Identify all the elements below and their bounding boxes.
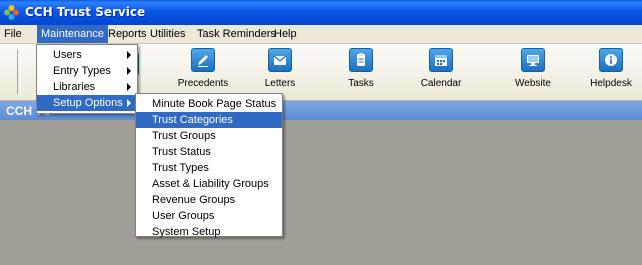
pen-icon bbox=[191, 48, 215, 72]
title-bar: CCH Trust Service bbox=[0, 0, 642, 25]
menu-item-user-groups[interactable]: User Groups bbox=[136, 208, 282, 224]
setup-options-submenu: Minute Book Page Status Trust Categories… bbox=[135, 93, 283, 238]
menu-item-setup-options[interactable]: Setup Options bbox=[37, 95, 137, 111]
menu-item-label: Libraries bbox=[53, 81, 96, 93]
menu-utilities[interactable]: Utilities bbox=[146, 25, 189, 43]
menu-help[interactable]: Help bbox=[270, 25, 301, 43]
letters-label: Letters bbox=[264, 78, 296, 89]
menu-item-trust-groups[interactable]: Trust Groups bbox=[136, 128, 282, 144]
menu-item-trust-categories[interactable]: Trust Categories bbox=[136, 112, 282, 128]
menu-item-trust-types[interactable]: Trust Types bbox=[136, 160, 282, 176]
website-label: Website bbox=[515, 78, 551, 89]
calendar-label: Calendar bbox=[420, 78, 462, 89]
submenu-arrow-icon bbox=[127, 67, 131, 75]
letters-button[interactable]: Letters bbox=[249, 48, 311, 98]
maintenance-menu: Users Entry Types Libraries Setup Option… bbox=[36, 44, 138, 114]
menu-item-trust-status[interactable]: Trust Status bbox=[136, 144, 282, 160]
submenu-arrow-icon bbox=[127, 83, 131, 91]
info-icon bbox=[599, 48, 623, 72]
submenu-arrow-icon bbox=[127, 51, 131, 59]
monitor-icon bbox=[521, 48, 545, 72]
cch-logo-icon bbox=[3, 4, 20, 21]
menu-item-label: Entry Types bbox=[53, 65, 111, 77]
helpdesk-label: Helpdesk bbox=[590, 78, 632, 89]
helpdesk-button[interactable]: Helpdesk bbox=[580, 48, 642, 98]
menu-item-entry-types[interactable]: Entry Types bbox=[37, 63, 137, 79]
envelope-icon bbox=[268, 48, 292, 72]
precedents-button[interactable]: Precedents bbox=[172, 48, 234, 98]
calendar-button[interactable]: Calendar bbox=[410, 48, 472, 98]
menu-item-label: Setup Options bbox=[53, 97, 123, 109]
tasks-button[interactable]: Tasks bbox=[330, 48, 392, 98]
precedents-label: Precedents bbox=[177, 78, 229, 89]
window-title: CCH Trust Service bbox=[25, 5, 146, 19]
menu-item-libraries[interactable]: Libraries bbox=[37, 79, 137, 95]
tasks-label: Tasks bbox=[348, 78, 374, 89]
menu-item-label: Users bbox=[53, 49, 82, 61]
menu-maintenance[interactable]: Maintenance bbox=[37, 25, 108, 43]
menu-item-minute-book-page-status[interactable]: Minute Book Page Status bbox=[136, 96, 282, 112]
menu-item-revenue-groups[interactable]: Revenue Groups bbox=[136, 192, 282, 208]
menu-bar: File Maintenance Reports Utilities Task … bbox=[0, 25, 642, 44]
menu-item-system-setup[interactable]: System Setup bbox=[136, 224, 282, 238]
website-button[interactable]: Website bbox=[502, 48, 564, 98]
menu-item-users[interactable]: Users bbox=[37, 47, 137, 63]
calendar-icon bbox=[429, 48, 453, 72]
clipboard-icon bbox=[349, 48, 373, 72]
submenu-arrow-icon bbox=[127, 99, 131, 107]
menu-file[interactable]: File bbox=[0, 25, 26, 43]
menu-task-reminders[interactable]: Task Reminders bbox=[193, 25, 280, 43]
toolbar-separator bbox=[17, 50, 21, 94]
menu-reports[interactable]: Reports bbox=[104, 25, 151, 43]
menu-item-asset-liability-groups[interactable]: Asset & Liability Groups bbox=[136, 176, 282, 192]
